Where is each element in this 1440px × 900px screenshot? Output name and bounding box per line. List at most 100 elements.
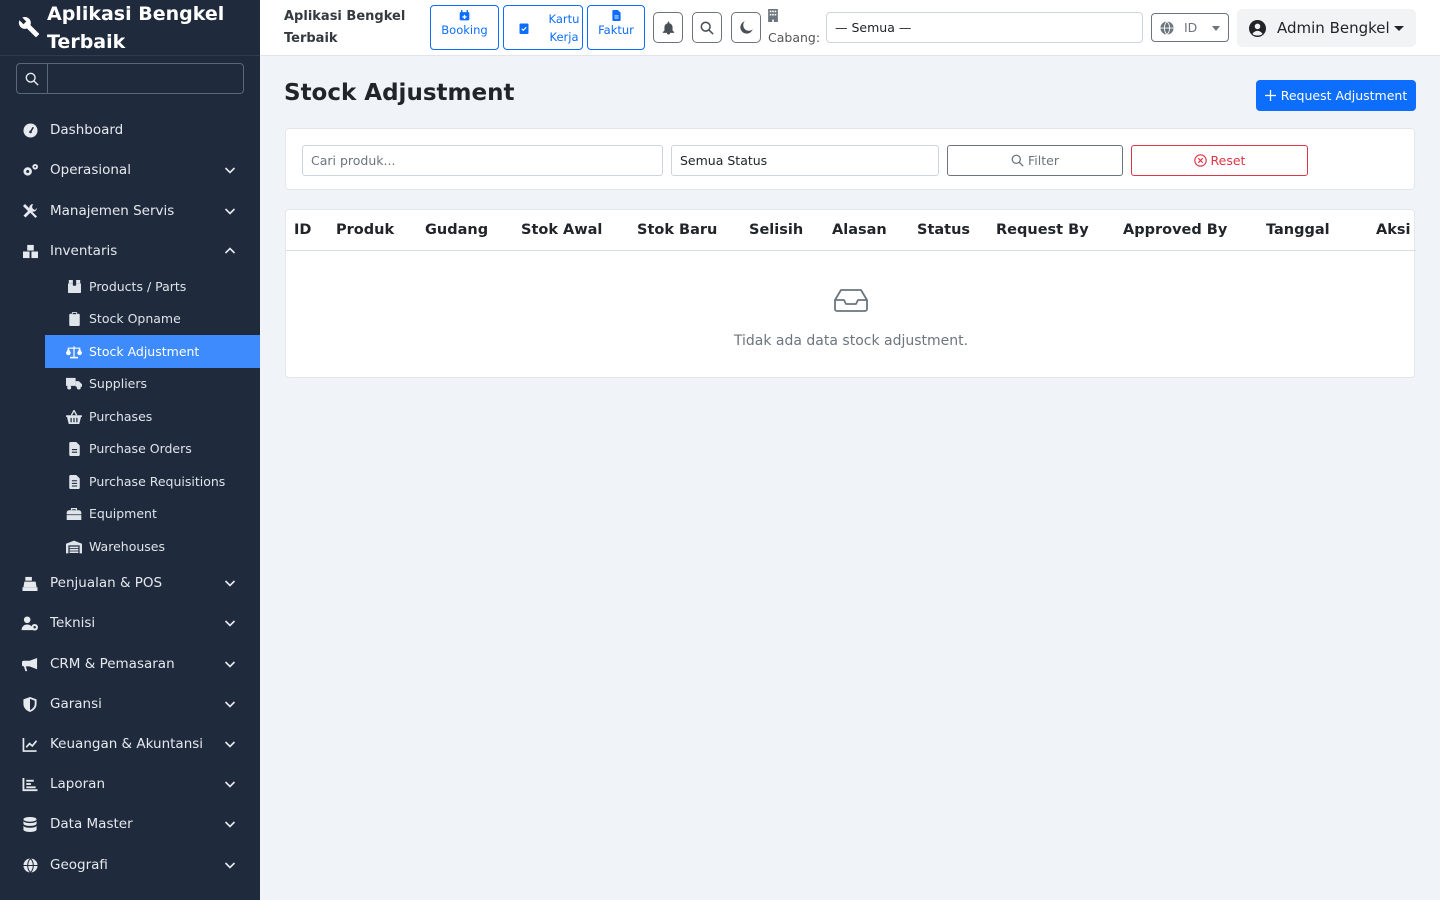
reset-button[interactable]: Reset bbox=[1131, 145, 1308, 176]
building-icon bbox=[768, 9, 778, 22]
sidebar-item-label: Penjualan & POS bbox=[50, 575, 163, 591]
sidebar-item-label: Dashboard bbox=[50, 122, 124, 138]
chevron-down-icon bbox=[224, 781, 236, 788]
x-circle-icon bbox=[1193, 154, 1207, 167]
sidebar-item-manajemen-servis[interactable]: Manajemen Servis bbox=[0, 193, 260, 229]
sidebar-item-data-master[interactable]: Data Master bbox=[0, 806, 260, 842]
sidebar-subitem-stock-adjustment[interactable]: Stock Adjustment bbox=[45, 335, 260, 368]
app-name: Aplikasi Bengkel Terbaik bbox=[47, 3, 225, 53]
sidebar-subitem-stock-opname[interactable]: Stock Opname bbox=[45, 302, 260, 335]
sidebar-item-label: Teknisi bbox=[50, 615, 96, 631]
sidebar-subitem-suppliers[interactable]: Suppliers bbox=[45, 367, 260, 400]
sidebar-item-penjualan-pos[interactable]: Penjualan & POS bbox=[0, 565, 260, 601]
sidebar-item-dashboard[interactable]: Dashboard bbox=[0, 112, 260, 148]
sidebar-subitem-warehouses[interactable]: Warehouses bbox=[45, 530, 260, 563]
notifications-button[interactable] bbox=[653, 12, 683, 43]
language-select[interactable]: ID bbox=[1151, 13, 1229, 42]
sidebar-item-keuangan-akuntansi[interactable]: Keuangan & Akuntansi bbox=[0, 726, 260, 762]
caret-down-icon bbox=[1212, 26, 1220, 31]
database-icon bbox=[21, 815, 39, 833]
sidebar-item-crm-pemasaran[interactable]: CRM & Pemasaran bbox=[0, 646, 260, 682]
sidebar-item-label: Laporan bbox=[50, 776, 106, 792]
sidebar-item-teknisi[interactable]: Teknisi bbox=[0, 605, 260, 641]
user-name: Admin Bengkel bbox=[1277, 19, 1390, 37]
globe-icon bbox=[1160, 20, 1174, 35]
sidebar-subitem-products-parts[interactable]: Products / Parts bbox=[45, 270, 260, 303]
dashboard-icon bbox=[21, 121, 39, 139]
col-request-by[interactable]: Request By bbox=[996, 222, 1089, 238]
sidebar-subitem-purchases[interactable]: Purchases bbox=[45, 400, 260, 433]
clipboard-icon bbox=[66, 311, 82, 327]
sidebar-item-label: Keuangan & Akuntansi bbox=[50, 736, 204, 752]
col-id[interactable]: ID bbox=[294, 222, 311, 238]
sidebar-brand[interactable]: Aplikasi Bengkel Terbaik bbox=[0, 0, 260, 56]
faktur-button[interactable]: Faktur bbox=[587, 5, 645, 50]
language-value: ID bbox=[1184, 20, 1198, 35]
sidebar-item-label: Manajemen Servis bbox=[50, 203, 175, 219]
sidebar-subitem-label: Suppliers bbox=[89, 376, 148, 391]
col-tanggal[interactable]: Tanggal bbox=[1266, 222, 1330, 238]
chevron-down-icon bbox=[224, 741, 236, 748]
wrench-icon bbox=[18, 17, 40, 38]
cabang-select[interactable]: — Semua — bbox=[826, 12, 1143, 43]
bullhorn-icon bbox=[21, 655, 39, 673]
sidebar-subitem-equipment[interactable]: Equipment bbox=[45, 497, 260, 530]
col-gudang[interactable]: Gudang bbox=[425, 222, 488, 238]
sidebar-item-laporan[interactable]: Laporan bbox=[0, 766, 260, 802]
search-button[interactable] bbox=[692, 12, 722, 43]
cabang-label: Cabang: bbox=[768, 30, 821, 45]
clipboard-check-icon bbox=[519, 23, 528, 34]
basket-icon bbox=[66, 409, 82, 425]
tools-icon bbox=[21, 202, 39, 220]
status-select[interactable]: Semua Status bbox=[671, 145, 939, 176]
toolbox-icon bbox=[66, 506, 82, 522]
col-alasan[interactable]: Alasan bbox=[832, 222, 887, 238]
user-circle-icon bbox=[1249, 19, 1266, 37]
col-stok-awal[interactable]: Stok Awal bbox=[521, 222, 602, 238]
cabang-label-wrap: Cabang: bbox=[768, 8, 820, 48]
user-cog-icon bbox=[21, 614, 39, 632]
sidebar-item-label: CRM & Pemasaran bbox=[50, 656, 175, 672]
col-stok-baru[interactable]: Stok Baru bbox=[637, 222, 717, 238]
dark-mode-button[interactable] bbox=[731, 12, 761, 43]
col-approved-by[interactable]: Approved By bbox=[1123, 222, 1227, 238]
sidebar-search-input[interactable] bbox=[48, 64, 243, 93]
sidebar-item-label: Inventaris bbox=[50, 243, 118, 259]
box-icon bbox=[66, 279, 82, 295]
sidebar-item-label: Data Master bbox=[50, 816, 133, 832]
topbar-app-name: Aplikasi Bengkel Terbaik bbox=[284, 9, 406, 46]
kartu-kerja-button[interactable]: Kartu Kerja bbox=[503, 5, 583, 50]
sidebar-item-operasional[interactable]: Operasional bbox=[0, 152, 260, 188]
sidebar-subitem-label: Purchase Orders bbox=[89, 441, 192, 456]
sidebar-subitem-label: Stock Adjustment bbox=[89, 344, 200, 359]
sidebar-item-geografi[interactable]: Geografi bbox=[0, 847, 260, 883]
sidebar-subitem-label: Purchases bbox=[89, 409, 153, 424]
sidebar-subitem-label: Equipment bbox=[89, 506, 157, 521]
filter-label: Filter bbox=[1028, 153, 1059, 168]
sidebar-subitem-purchase-orders[interactable]: Purchase Orders bbox=[45, 432, 260, 465]
sidebar-subitem-label: Stock Opname bbox=[89, 311, 181, 326]
user-menu[interactable]: Admin Bengkel bbox=[1237, 9, 1416, 47]
chevron-down-icon bbox=[224, 620, 236, 627]
search-icon bbox=[700, 21, 714, 35]
cash-register-icon bbox=[21, 574, 39, 592]
product-search-input[interactable]: Cari produk... bbox=[302, 145, 663, 176]
request-adjustment-button[interactable]: Request Adjustment bbox=[1256, 80, 1416, 111]
reset-label: Reset bbox=[1210, 153, 1246, 168]
sidebar-item-label: Operasional bbox=[50, 162, 131, 178]
caret-down-icon bbox=[1394, 26, 1404, 31]
sidebar-subitem-purchase-requisitions[interactable]: Purchase Requisitions bbox=[45, 465, 260, 498]
filter-card: Cari produk... Semua Status Filter Reset bbox=[285, 128, 1415, 190]
col-produk[interactable]: Produk bbox=[336, 222, 394, 238]
empty-message: Tidak ada data stock adjustment. bbox=[733, 333, 969, 349]
chevron-down-icon bbox=[224, 208, 236, 215]
inbox-icon bbox=[834, 289, 868, 312]
balance-scale-icon bbox=[66, 344, 82, 360]
booking-button[interactable]: Booking bbox=[430, 5, 499, 50]
col-status[interactable]: Status bbox=[917, 222, 970, 238]
chevron-down-icon bbox=[224, 821, 236, 828]
col-selisih[interactable]: Selisih bbox=[749, 222, 803, 238]
sidebar-item-garansi[interactable]: Garansi bbox=[0, 686, 260, 722]
sidebar-item-inventaris[interactable]: Inventaris bbox=[0, 233, 260, 269]
filter-button[interactable]: Filter bbox=[947, 145, 1123, 176]
